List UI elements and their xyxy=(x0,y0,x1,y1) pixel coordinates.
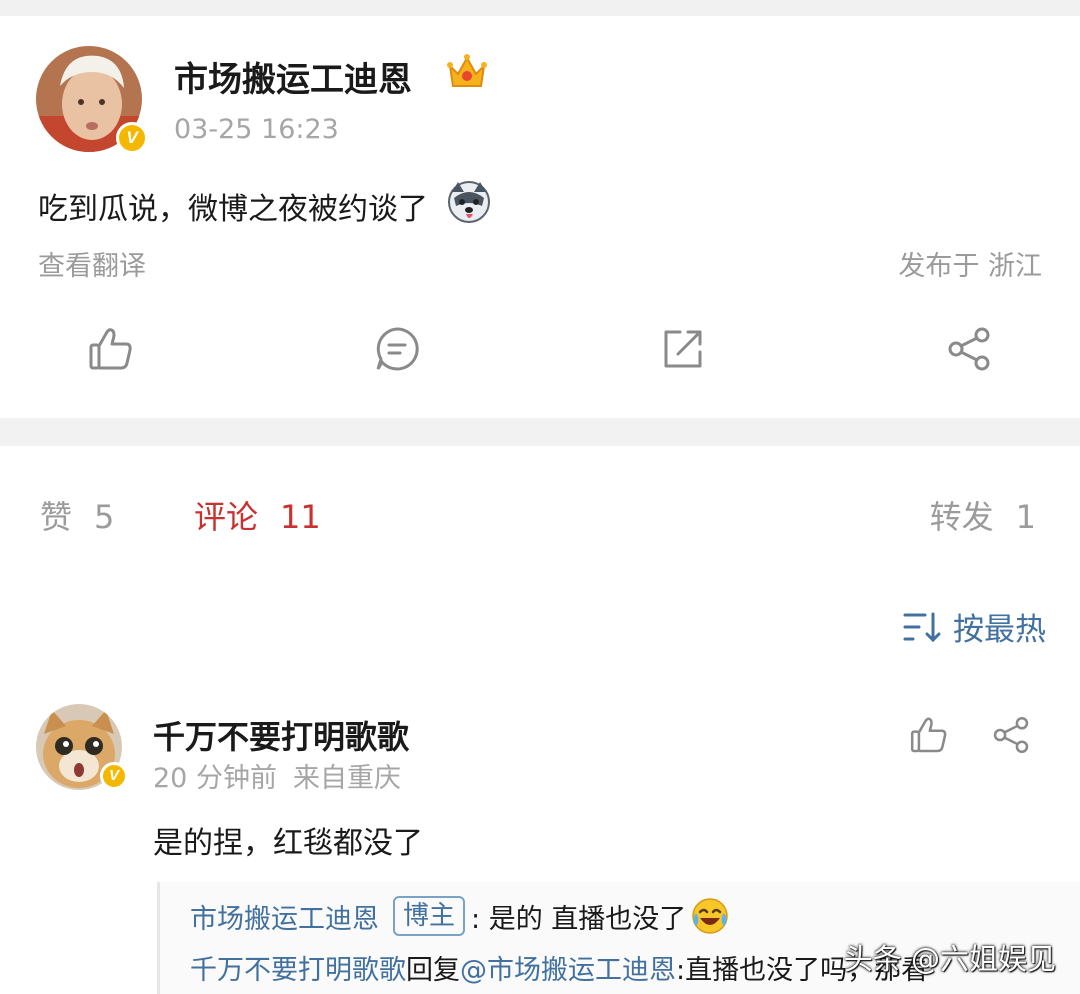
sort-label: 按最热 xyxy=(953,612,1046,648)
reply-author-link[interactable]: 市场搬运工迪恩 xyxy=(190,897,379,936)
sort-icon xyxy=(903,612,941,642)
share-icon[interactable] xyxy=(944,324,994,374)
comment-content: 是的捏，红毯都没了 xyxy=(153,826,423,861)
top-strip xyxy=(0,0,1080,16)
comment-author-name[interactable]: 千万不要打明歌歌 xyxy=(153,712,409,758)
likes-count: 5 xyxy=(94,498,115,536)
comment-meta: 20 分钟前 来自重庆 xyxy=(153,756,401,795)
translate-link[interactable]: 查看翻译 xyxy=(38,244,146,283)
post-content: 吃到瓜说，微博之夜被约谈了 xyxy=(38,192,428,227)
watermark: 头条 @六姐娱见 xyxy=(843,942,1056,976)
tab-likes[interactable]: 赞5 xyxy=(40,492,114,538)
dog-emoji-icon xyxy=(446,180,492,224)
reply-word: 回复 xyxy=(406,955,460,986)
likes-label: 赞 xyxy=(40,498,73,536)
crown-icon[interactable] xyxy=(446,52,488,92)
reply-author-link[interactable]: 千万不要打明歌歌 xyxy=(190,948,406,987)
verified-badge-icon: V xyxy=(100,762,128,790)
reply-item: 千万不要打明歌歌 回复 @市场搬运工迪恩 :直播也没了吗，那看 xyxy=(190,948,928,987)
reply-item: 市场搬运工迪恩 博主 : 是的 直播也没了 xyxy=(190,896,730,936)
reposts-label: 转发 xyxy=(929,498,994,536)
comments-label: 评论 xyxy=(194,498,259,536)
comment-like-icon[interactable] xyxy=(908,714,950,756)
comment-source: 来自重庆 xyxy=(292,763,401,794)
comment-author-avatar[interactable]: V xyxy=(36,704,128,790)
mention-link[interactable]: @市场搬运工迪恩 xyxy=(460,948,676,987)
post-location: 发布于 浙江 xyxy=(898,251,1042,282)
comments-count: 11 xyxy=(280,498,321,536)
tab-reposts[interactable]: 转发 1 xyxy=(930,492,1036,538)
comment-share-icon[interactable] xyxy=(990,714,1032,756)
verified-badge-icon: V xyxy=(116,122,148,154)
section-divider xyxy=(0,418,1080,446)
comment-time: 20 分钟前 xyxy=(153,763,277,794)
like-icon[interactable] xyxy=(86,324,136,374)
post-timestamp: 03-25 16:23 xyxy=(174,114,339,145)
laugh-cry-emoji-icon xyxy=(692,898,729,934)
reply-text: : 是的 直播也没了 xyxy=(471,903,687,935)
tab-comments[interactable]: 评论 11 xyxy=(194,492,321,538)
comment-icon[interactable] xyxy=(372,324,422,374)
author-tag: 博主 xyxy=(393,896,466,936)
reposts-count: 1 xyxy=(1015,498,1036,536)
post-author-name[interactable]: 市场搬运工迪恩 xyxy=(174,52,412,101)
post-author-avatar[interactable]: V xyxy=(36,46,148,154)
sort-button[interactable]: 按最热 xyxy=(903,604,1046,649)
repost-icon[interactable] xyxy=(658,324,708,374)
